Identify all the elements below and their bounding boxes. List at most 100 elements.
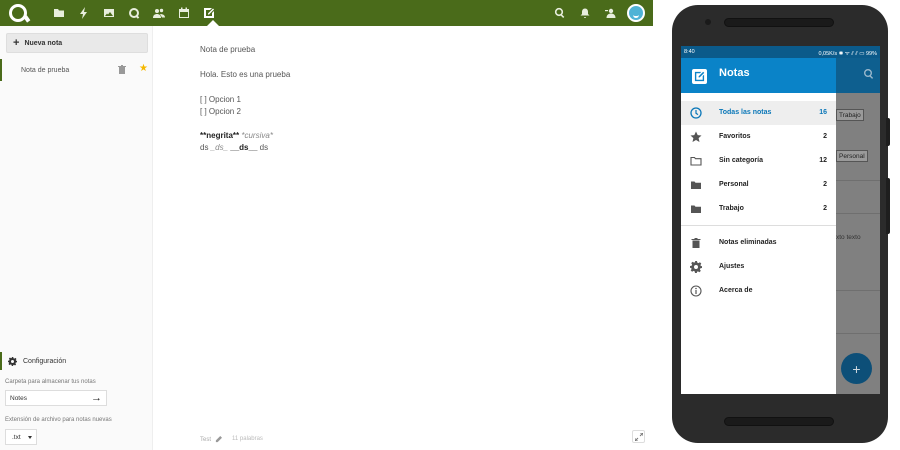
mixed-start: ds (200, 143, 211, 152)
mixed-end: ds (257, 143, 269, 152)
list-divider (836, 213, 880, 214)
drawer-item-settings[interactable]: Ajustes (681, 255, 836, 279)
gear-icon (8, 356, 17, 366)
status-time: 8:40 (684, 49, 695, 55)
calendar-app-icon[interactable] (177, 6, 191, 20)
drawer-title: Notas (719, 67, 750, 79)
mixed-italic: _ds_ (210, 143, 229, 152)
user-avatar[interactable] (627, 4, 645, 22)
category-tag-personal: Personal (836, 150, 868, 162)
top-bar (0, 0, 653, 26)
editor-line-mixed: ds _ds_ __ds__ ds (200, 143, 268, 152)
category-label: Test (200, 436, 212, 443)
front-camera (705, 19, 711, 25)
drawer-item-label: Notas eliminadas (719, 239, 777, 246)
drawer-item-count: 16 (819, 109, 827, 116)
folder-icon (690, 179, 702, 191)
list-divider (836, 290, 880, 291)
note-preview-text: xto texto (836, 234, 861, 241)
extension-label: Extensión de archivo para notas nuevas (5, 417, 112, 423)
drawer-item-label: Ajustes (719, 263, 745, 270)
pencil-icon[interactable] (215, 436, 223, 443)
search-icon[interactable] (553, 6, 567, 20)
drawer-item-label: Favoritos (719, 133, 751, 140)
list-divider (836, 333, 880, 334)
drawer-item-deleted-notes[interactable]: Notas eliminadas (681, 231, 836, 255)
drawer-item-count: 2 (823, 181, 827, 188)
info-icon (690, 285, 702, 297)
activity-app-icon[interactable] (77, 6, 91, 20)
drawer-item-work[interactable]: Trabajo 2 (681, 197, 836, 221)
mixed-bold: __ds__ (230, 143, 258, 152)
note-editor[interactable]: Nota de prueba Hola. Esto es una prueba … (154, 26, 653, 450)
folder-icon (690, 203, 702, 215)
files-app-icon[interactable] (52, 6, 66, 20)
search-app-icon[interactable] (127, 6, 141, 20)
drawer-item-label: Todas las notas (719, 109, 772, 116)
word-count: 11 palabras (232, 436, 263, 442)
trash-icon[interactable] (118, 65, 126, 74)
power-button (886, 178, 890, 234)
screenshot-root: + Nueva nota Nota de prueba ★ Configurac… (0, 0, 900, 450)
contacts-menu-icon[interactable] (603, 6, 617, 20)
drawer-divider (681, 225, 836, 226)
file-extension-select[interactable]: .txt (5, 429, 37, 445)
folder-label: Carpeta para almacenar tus notas (5, 379, 96, 385)
drawer-item-label: Trabajo (719, 205, 744, 212)
star-icon (690, 131, 702, 143)
android-status-bar: 8:40 0,05K/s ✱ ᯤ ⫽ ⫽ ▭ 99% (681, 46, 880, 58)
category-tag-work: Trabajo (836, 109, 864, 121)
notes-logo-icon (692, 69, 707, 84)
phone-screen: 8:40 0,05K/s ✱ ᯤ ⫽ ⫽ ▭ 99% Trabajo Perso… (681, 46, 880, 394)
favorite-star-icon[interactable]: ★ (139, 64, 148, 74)
gallery-app-icon[interactable] (102, 6, 116, 20)
drawer-header: Notas (681, 58, 836, 93)
note-category[interactable]: Test (200, 436, 223, 443)
drawer-item-personal[interactable]: Personal 2 (681, 173, 836, 197)
drawer-item-about[interactable]: Acerca de (681, 279, 836, 303)
nextcloud-logo-icon[interactable] (9, 4, 27, 22)
folder-outline-icon (690, 155, 702, 167)
arrow-right-icon[interactable]: → (91, 392, 102, 404)
expand-icon (635, 433, 643, 441)
plus-icon: + (13, 37, 20, 49)
gear-icon (690, 261, 702, 273)
notes-folder-input[interactable]: Notes → (5, 390, 107, 406)
drawer-item-all-notes[interactable]: Todas las notas 16 (681, 101, 836, 125)
caret-down-icon (28, 436, 32, 439)
drawer-item-uncategorized[interactable]: Sin categoría 12 (681, 149, 836, 173)
notes-list-dimmed (836, 93, 880, 394)
plus-icon: + (852, 360, 861, 377)
note-title: Nota de prueba (21, 66, 70, 74)
notes-sidebar: + Nueva nota Nota de prueba ★ Configurac… (0, 26, 153, 450)
editor-line-body: Hola. Esto es una prueba (200, 70, 291, 79)
settings-toggle[interactable]: Configuración (0, 352, 153, 370)
notifications-bell-icon[interactable] (578, 6, 592, 20)
drawer-item-label: Sin categoría (719, 157, 763, 164)
note-list-item[interactable]: Nota de prueba ★ (0, 59, 153, 81)
drawer-item-count: 2 (823, 133, 827, 140)
bottom-speaker (724, 417, 834, 426)
editor-line-title: Nota de prueba (200, 45, 256, 54)
fullscreen-button[interactable] (632, 430, 645, 443)
drawer-item-label: Personal (719, 181, 749, 188)
search-icon[interactable] (863, 68, 875, 80)
drawer-item-count: 2 (823, 205, 827, 212)
editor-line-formatting: **negrita** *cursiva* (200, 131, 273, 140)
settings-title: Configuración (23, 357, 67, 365)
editor-line-option2: [ ] Opcion 2 (200, 107, 241, 116)
new-note-button[interactable]: + Nueva nota (6, 33, 148, 53)
bold-text: **negrita** (200, 131, 240, 140)
notes-app-icon[interactable] (202, 6, 216, 20)
trash-icon (690, 237, 702, 249)
volume-button (886, 118, 890, 146)
clock-icon (690, 107, 702, 119)
navigation-drawer: Notas Todas las notas 16 Favoritos 2 Sin… (681, 58, 836, 394)
new-note-label: Nueva nota (24, 39, 63, 47)
extension-value: .txt (12, 433, 21, 441)
drawer-item-favorites[interactable]: Favoritos 2 (681, 125, 836, 149)
contacts-app-icon[interactable] (152, 6, 166, 20)
folder-value: Notes (10, 394, 27, 402)
desktop-app: + Nueva nota Nota de prueba ★ Configurac… (0, 0, 653, 450)
add-note-fab[interactable]: + (841, 353, 872, 384)
